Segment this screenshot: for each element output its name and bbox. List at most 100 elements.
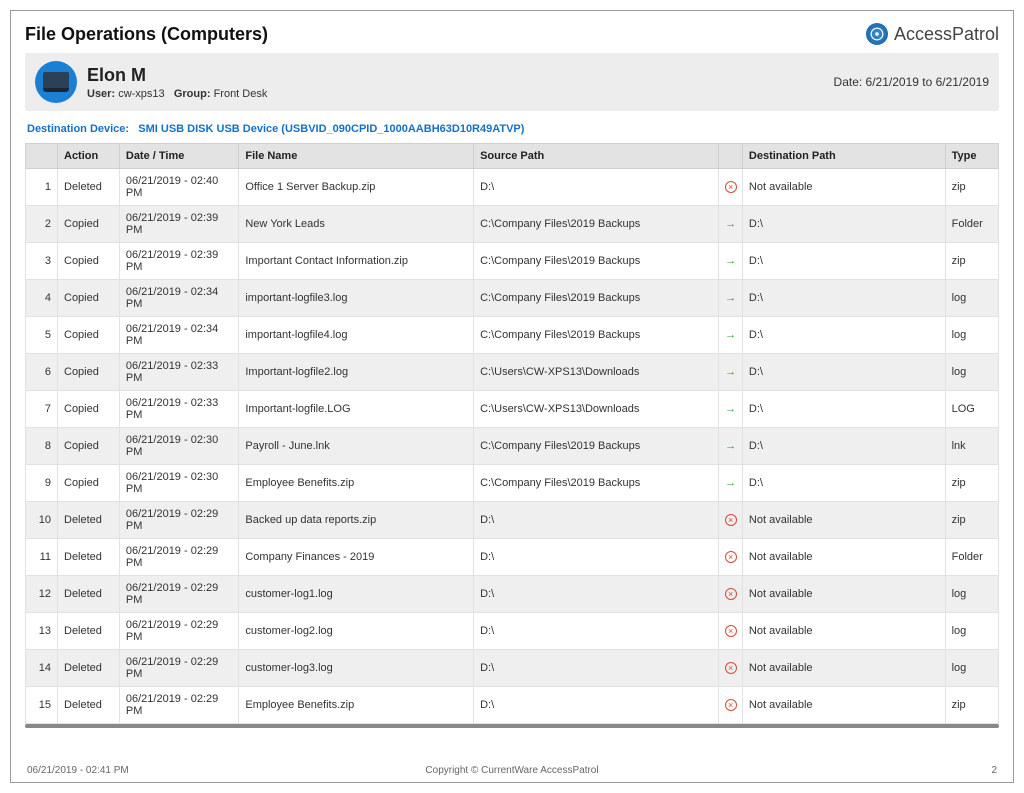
blocked-icon: × <box>725 625 737 637</box>
accesspatrol-logo-icon <box>866 23 888 45</box>
cell-datetime: 06/21/2019 - 02:30 PM <box>119 428 238 465</box>
cell-status-icon: × <box>719 650 742 687</box>
cell-filename: Important-logfile2.log <box>239 354 474 391</box>
cell-index: 9 <box>26 465 58 502</box>
cell-source: C:\Company Files\2019 Backups <box>474 280 719 317</box>
report-footer: 06/21/2019 - 02:41 PM Copyright © Curren… <box>25 759 999 776</box>
cell-destination: D:\ <box>742 391 945 428</box>
report-title: File Operations (Computers) <box>25 24 268 45</box>
cell-destination: Not available <box>742 576 945 613</box>
cell-index: 12 <box>26 576 58 613</box>
cell-datetime: 06/21/2019 - 02:34 PM <box>119 280 238 317</box>
cell-index: 5 <box>26 317 58 354</box>
group-label: Group: <box>174 88 211 100</box>
cell-filename: Important-logfile.LOG <box>239 391 474 428</box>
cell-datetime: 06/21/2019 - 02:29 PM <box>119 613 238 650</box>
blocked-icon: × <box>725 662 737 674</box>
cell-index: 6 <box>26 354 58 391</box>
brand-name: AccessPatrol <box>894 24 999 45</box>
cell-index: 1 <box>26 169 58 206</box>
arrow-right-icon: → <box>724 217 738 231</box>
cell-action: Deleted <box>58 169 120 206</box>
cell-type: log <box>945 317 998 354</box>
cell-index: 2 <box>26 206 58 243</box>
date-range: Date: 6/21/2019 to 6/21/2019 <box>834 75 989 89</box>
report-header: File Operations (Computers) AccessPatrol <box>25 23 999 53</box>
cell-status-icon: × <box>719 687 742 724</box>
cell-destination: D:\ <box>742 206 945 243</box>
cell-destination: D:\ <box>742 243 945 280</box>
cell-datetime: 06/21/2019 - 02:29 PM <box>119 650 238 687</box>
cell-type: zip <box>945 502 998 539</box>
arrow-right-icon: → <box>724 254 738 268</box>
user-meta: User: cw-xps13 Group: Front Desk <box>87 88 267 100</box>
cell-status-icon: × <box>719 613 742 650</box>
cell-datetime: 06/21/2019 - 02:39 PM <box>119 243 238 280</box>
cell-status-icon: → <box>719 317 742 354</box>
cell-destination: D:\ <box>742 280 945 317</box>
cell-source: C:\Company Files\2019 Backups <box>474 317 719 354</box>
cell-status-icon: → <box>719 465 742 502</box>
table-row: 12Deleted06/21/2019 - 02:29 PMcustomer-l… <box>26 576 999 613</box>
table-row: 1Deleted06/21/2019 - 02:40 PMOffice 1 Se… <box>26 169 999 206</box>
col-action: Action <box>58 144 120 169</box>
cell-status-icon: → <box>719 428 742 465</box>
cell-source: C:\Company Files\2019 Backups <box>474 243 719 280</box>
cell-index: 7 <box>26 391 58 428</box>
arrow-right-icon: → <box>724 291 738 305</box>
col-type: Type <box>945 144 998 169</box>
table-row: 2Copied06/21/2019 - 02:39 PMNew York Lea… <box>26 206 999 243</box>
cell-index: 3 <box>26 243 58 280</box>
cell-index: 4 <box>26 280 58 317</box>
cell-filename: important-logfile3.log <box>239 280 474 317</box>
cell-status-icon: → <box>719 243 742 280</box>
blocked-icon: × <box>725 588 737 600</box>
computer-icon <box>35 61 77 103</box>
cell-type: zip <box>945 243 998 280</box>
cell-type: Folder <box>945 206 998 243</box>
cell-destination: D:\ <box>742 428 945 465</box>
cell-type: log <box>945 354 998 391</box>
cell-action: Deleted <box>58 576 120 613</box>
cell-type: zip <box>945 169 998 206</box>
cell-type: Folder <box>945 539 998 576</box>
cell-source: C:\Company Files\2019 Backups <box>474 465 719 502</box>
col-destination: Destination Path <box>742 144 945 169</box>
table-row: 6Copied06/21/2019 - 02:33 PMImportant-lo… <box>26 354 999 391</box>
user-value: cw-xps13 <box>118 88 164 100</box>
cell-type: log <box>945 613 998 650</box>
cell-action: Copied <box>58 465 120 502</box>
cell-type: lnk <box>945 428 998 465</box>
col-status-icon <box>719 144 742 169</box>
col-index <box>26 144 58 169</box>
cell-datetime: 06/21/2019 - 02:29 PM <box>119 576 238 613</box>
cell-destination: Not available <box>742 502 945 539</box>
cell-filename: customer-log3.log <box>239 650 474 687</box>
cell-action: Copied <box>58 206 120 243</box>
table-row: 13Deleted06/21/2019 - 02:29 PMcustomer-l… <box>26 613 999 650</box>
cell-index: 8 <box>26 428 58 465</box>
cell-destination: D:\ <box>742 354 945 391</box>
cell-index: 10 <box>26 502 58 539</box>
blocked-icon: × <box>725 551 737 563</box>
cell-source: C:\Users\CW-XPS13\Downloads <box>474 354 719 391</box>
footer-copyright: Copyright © CurrentWare AccessPatrol <box>425 765 598 776</box>
group-value: Front Desk <box>214 88 268 100</box>
table-row: 14Deleted06/21/2019 - 02:29 PMcustomer-l… <box>26 650 999 687</box>
device-line: Destination Device: SMI USB DISK USB Dev… <box>25 117 999 143</box>
cell-action: Copied <box>58 317 120 354</box>
cell-status-icon: → <box>719 391 742 428</box>
brand: AccessPatrol <box>866 23 999 45</box>
cell-destination: Not available <box>742 169 945 206</box>
cell-status-icon: × <box>719 576 742 613</box>
table-row: 9Copied06/21/2019 - 02:30 PMEmployee Ben… <box>26 465 999 502</box>
cell-datetime: 06/21/2019 - 02:30 PM <box>119 465 238 502</box>
cell-destination: Not available <box>742 650 945 687</box>
table-row: 15Deleted06/21/2019 - 02:29 PMEmployee B… <box>26 687 999 724</box>
user-name: Elon M <box>87 65 267 86</box>
col-source: Source Path <box>474 144 719 169</box>
cell-datetime: 06/21/2019 - 02:33 PM <box>119 354 238 391</box>
footer-timestamp: 06/21/2019 - 02:41 PM <box>27 765 129 776</box>
cell-filename: Employee Benefits.zip <box>239 687 474 724</box>
cell-type: log <box>945 576 998 613</box>
